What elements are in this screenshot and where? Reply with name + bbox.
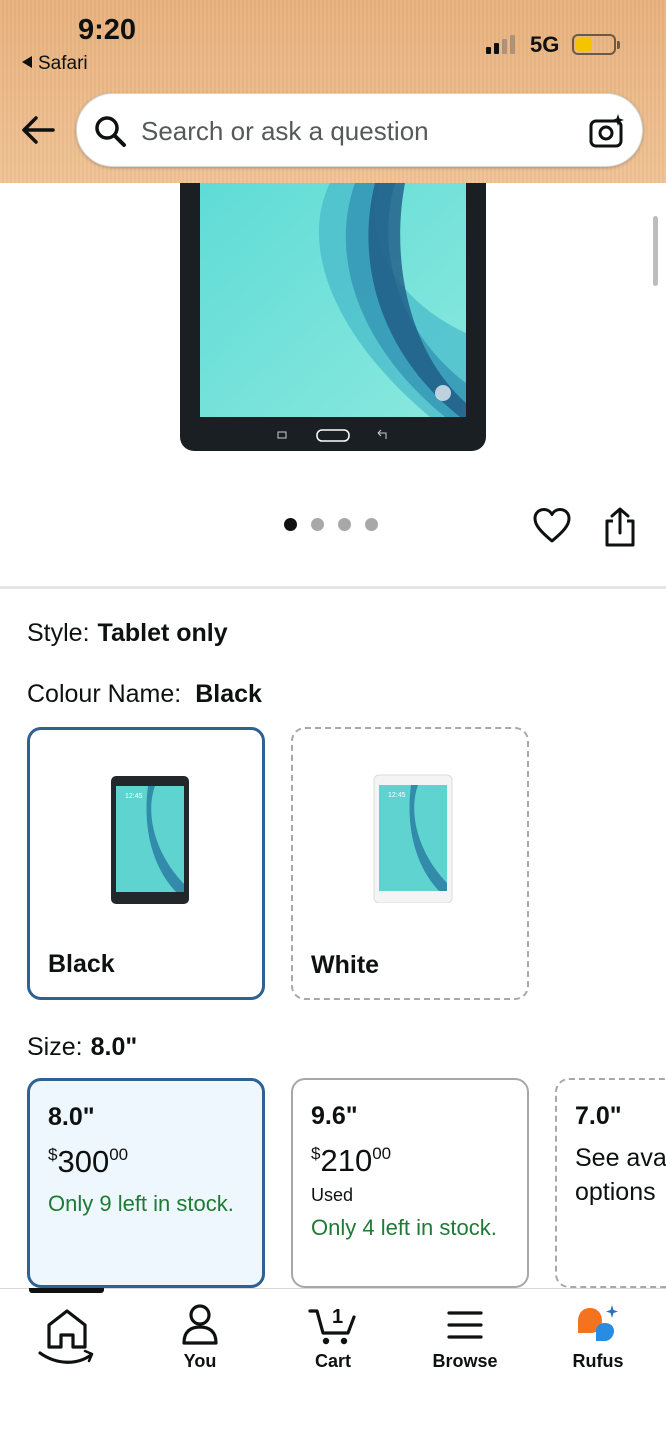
rufus-icon <box>578 1305 618 1341</box>
scrollbar[interactable] <box>653 216 658 286</box>
size-option-7-0[interactable]: 7.0" See available options <box>555 1078 666 1288</box>
size-option-condition: Used <box>311 1185 354 1205</box>
style-row: Style: Tablet only <box>27 619 228 648</box>
back-to-app-link[interactable]: Safari <box>22 53 88 75</box>
colour-row: Colour Name: Black <box>27 680 262 709</box>
colour-option-label: Black <box>48 950 115 978</box>
style-value: Tablet only <box>97 619 228 647</box>
heart-icon[interactable] <box>532 506 572 546</box>
back-app-label: Safari <box>38 53 88 74</box>
back-triangle-icon <box>22 56 32 68</box>
home-icon <box>38 1309 94 1364</box>
size-row: Size: 8.0" <box>27 1033 137 1062</box>
black-tablet-thumbnail: 12:45 <box>111 776 189 904</box>
size-value: 8.0" <box>90 1033 138 1061</box>
header: 9:20 Safari 5G <box>0 0 666 183</box>
search-input[interactable] <box>141 114 561 148</box>
colour-option-white[interactable]: 12:45 White <box>291 727 529 1000</box>
pagination-dot[interactable] <box>338 518 351 531</box>
nav-label: Rufus <box>572 1351 624 1371</box>
search-icon <box>95 116 126 147</box>
pagination-dot[interactable] <box>284 518 297 531</box>
style-label: Style: <box>27 619 90 647</box>
size-option-price: $30000 <box>48 1144 129 1179</box>
nav-browse[interactable]: Browse <box>410 1303 520 1372</box>
camera-icon[interactable] <box>588 112 626 150</box>
pagination-dot[interactable] <box>311 518 324 531</box>
person-icon <box>182 1304 218 1345</box>
signal-icon <box>486 34 515 54</box>
pagination-dot[interactable] <box>365 518 378 531</box>
nav-active-indicator <box>29 1288 104 1293</box>
white-tablet-thumbnail: 12:45 <box>373 774 453 903</box>
size-options-carousel[interactable]: 8.0" $30000 Only 9 left in stock. 9.6" $… <box>0 1070 666 1288</box>
size-label: Size: <box>27 1033 83 1061</box>
svg-text:12:45: 12:45 <box>125 793 143 800</box>
nav-label: Browse <box>432 1351 498 1371</box>
cart-icon: 1 <box>308 1306 356 1345</box>
size-option-9-6[interactable]: 9.6" $21000 Used Only 4 left in stock. <box>291 1078 529 1288</box>
bottom-nav: You 1 Cart Browse Rufus <box>0 1288 666 1440</box>
menu-icon <box>447 1311 483 1339</box>
nav-label: You <box>183 1351 217 1371</box>
svg-text:1: 1 <box>332 1306 343 1328</box>
nav-rufus[interactable]: Rufus <box>543 1303 653 1372</box>
back-arrow-icon[interactable] <box>20 112 56 148</box>
size-option-see-options: See available options <box>575 1144 666 1206</box>
size-option-size: 9.6" <box>311 1102 358 1130</box>
section-divider <box>0 586 666 589</box>
colour-option-label: White <box>311 951 380 979</box>
product-image[interactable] <box>180 183 486 451</box>
nav-cart[interactable]: 1 Cart <box>278 1303 388 1372</box>
nav-you[interactable]: You <box>145 1303 255 1372</box>
colour-option-black[interactable]: 12:45 Black <box>27 727 265 1000</box>
colour-label: Colour Name: <box>27 680 182 708</box>
size-option-8-0[interactable]: 8.0" $30000 Only 9 left in stock. <box>27 1078 265 1288</box>
search-bar[interactable] <box>76 93 643 167</box>
colour-value: Black <box>195 680 262 708</box>
svg-text:12:45: 12:45 <box>388 792 406 799</box>
size-option-size: 8.0" <box>48 1103 95 1131</box>
image-pagination-dots[interactable] <box>284 518 378 531</box>
network-label: 5G <box>530 32 560 57</box>
nav-label: Cart <box>314 1351 351 1371</box>
nav-home[interactable] <box>12 1303 122 1369</box>
size-option-price: $21000 <box>311 1143 392 1178</box>
status-time: 9:20 <box>78 14 137 46</box>
size-option-size: 7.0" <box>575 1102 622 1130</box>
size-option-stock: Only 4 left in stock. <box>311 1215 497 1240</box>
share-icon[interactable] <box>601 506 639 548</box>
size-option-stock: Only 9 left in stock. <box>48 1191 234 1216</box>
battery-icon <box>572 34 620 55</box>
